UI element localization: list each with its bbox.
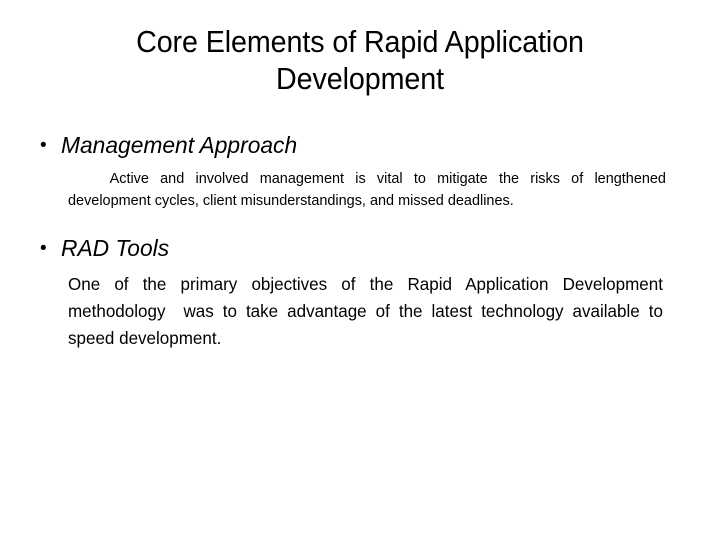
bullet-item-rad-tools: • RAD Tools: [0, 234, 720, 262]
paragraph-rad-tools: One of the primary objectives of the Rap…: [68, 274, 668, 348]
bullet-heading-management-approach: Management Approach: [61, 132, 298, 158]
bullet-point-icon: •: [40, 238, 47, 259]
slide-title: Core Elements of Rapid Application Devel…: [136, 25, 584, 96]
bullet-item-management-approach: • Management Approach: [0, 131, 720, 159]
paragraph-management-approach: Active and involved management is vital …: [68, 171, 670, 209]
bullet-heading-rad-tools: RAD Tools: [61, 235, 170, 261]
presentation-slide: Core Elements of Rapid Application Devel…: [0, 0, 720, 540]
slide-body: • Management Approach Active and involve…: [0, 131, 720, 352]
bullet-point-icon: •: [40, 135, 47, 156]
